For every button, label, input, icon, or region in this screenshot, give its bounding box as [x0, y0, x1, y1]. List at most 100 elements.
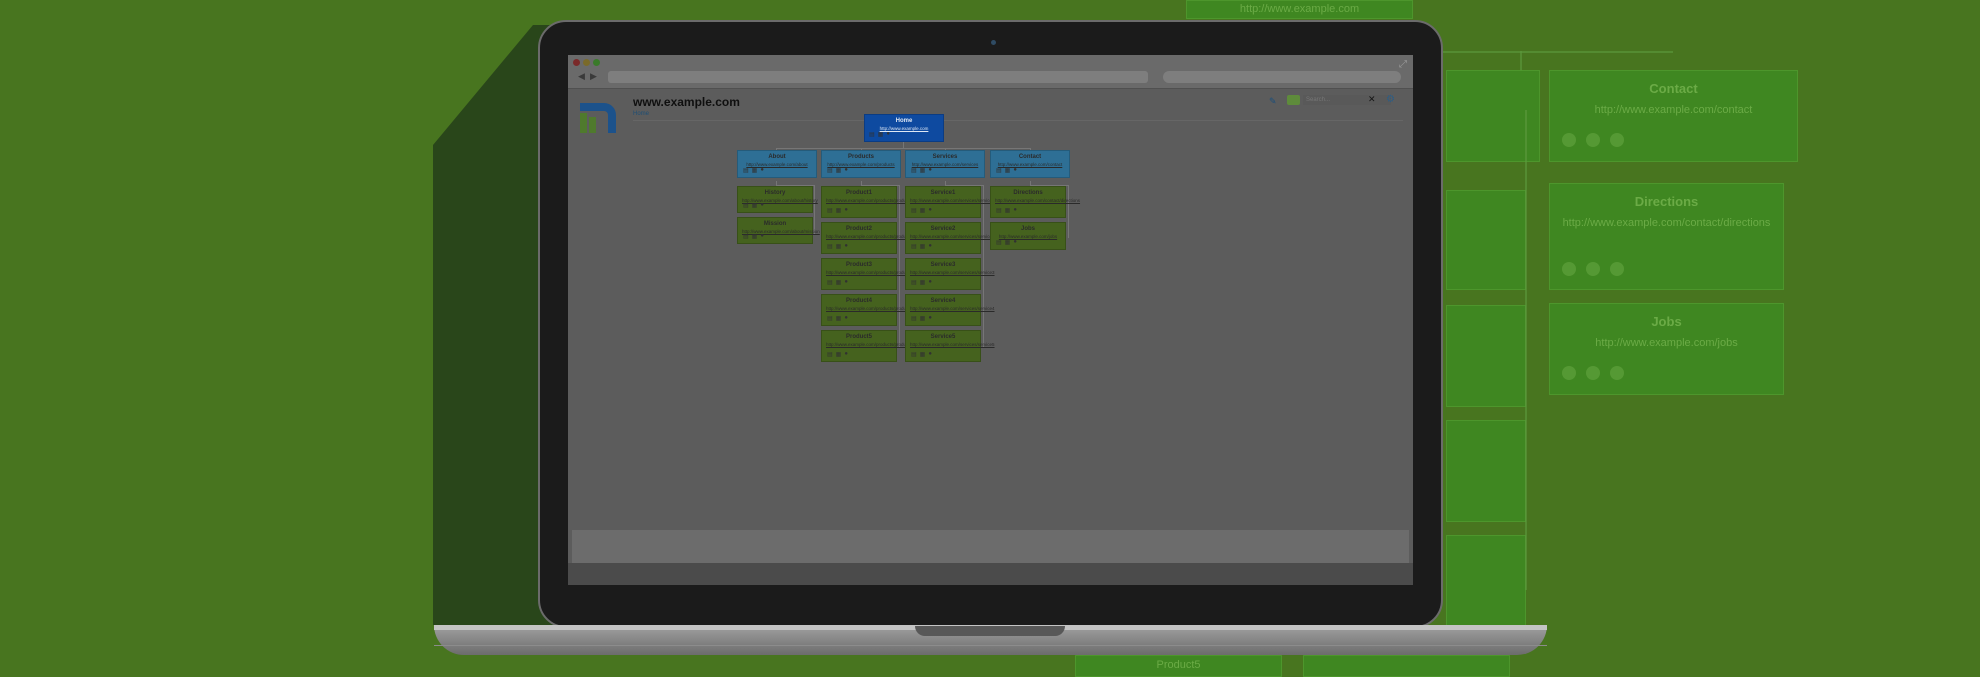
note-icon[interactable]: ▦	[920, 243, 926, 250]
page-icon[interactable]: ▤	[869, 131, 875, 138]
sitemap-node-product1[interactable]: Product1 http://www.example.com/products…	[821, 186, 912, 218]
page-icon[interactable]: ▤	[827, 243, 833, 250]
sitemap-node-home[interactable]: Home http://www.example.com ▤ ▦ ●	[864, 114, 944, 142]
node-url[interactable]: http://www.example.com/products/product4	[822, 306, 912, 311]
note-icon[interactable]: ▦	[836, 207, 842, 214]
note-icon[interactable]: ▦	[1005, 167, 1011, 174]
page-icon[interactable]: ▤	[827, 167, 833, 174]
comment-icon[interactable]: ●	[928, 315, 932, 322]
comment-icon[interactable]: ●	[844, 167, 848, 174]
sitemap-node-products[interactable]: Products http://www.example.com/products…	[821, 150, 901, 178]
page-icon[interactable]: ▤	[827, 207, 833, 214]
page-icon[interactable]: ▤	[911, 167, 917, 174]
site-search-input[interactable]: Search...	[1303, 95, 1391, 105]
edit-icon[interactable]: ✎	[1269, 96, 1277, 107]
page-icon[interactable]: ▤	[911, 207, 917, 214]
comment-icon[interactable]: ●	[1013, 207, 1017, 214]
sitemap-node-service2[interactable]: Service2 http://www.example.com/services…	[905, 222, 995, 254]
sitemap-node-history[interactable]: History http://www.example.com/about/his…	[737, 186, 818, 213]
sitemap-node-contact[interactable]: Contact http://www.example.com/contact ▤…	[990, 150, 1070, 178]
node-url[interactable]: http://www.example.com/products/product1	[822, 198, 912, 203]
page-icon[interactable]: ▤	[827, 279, 833, 286]
page-icon[interactable]: ▤	[743, 233, 749, 240]
node-url[interactable]: http://www.example.com/services/service3	[906, 270, 995, 275]
note-icon[interactable]: ▦	[836, 243, 842, 250]
note-icon[interactable]: ▦	[836, 279, 842, 286]
comment-icon[interactable]: ●	[760, 202, 764, 209]
sitemap-node-product3[interactable]: Product3 http://www.example.com/products…	[821, 258, 912, 290]
node-url[interactable]: http://www.example.com/services/service1	[906, 198, 995, 203]
sitemap-node-product2[interactable]: Product2 http://www.example.com/products…	[821, 222, 912, 254]
node-url[interactable]: http://www.example.com/services/service5	[906, 342, 995, 347]
page-icon[interactable]: ▤	[996, 167, 1002, 174]
sitemap-node-service4[interactable]: Service4 http://www.example.com/services…	[905, 294, 995, 326]
back-icon[interactable]: ◀	[578, 71, 585, 82]
note-icon[interactable]: ▦	[920, 351, 926, 358]
comment-icon[interactable]: ●	[844, 351, 848, 358]
close-icon[interactable]: ✕	[1368, 94, 1376, 105]
comment-icon[interactable]: ●	[844, 207, 848, 214]
sitemap-node-product5[interactable]: Product5 http://www.example.com/products…	[821, 330, 912, 362]
note-icon[interactable]: ▦	[752, 167, 758, 174]
node-url[interactable]: http://www.example.com/products/product3	[822, 270, 912, 275]
sitemap-node-about[interactable]: About http://www.example.com/about ▤ ▦ ●	[737, 150, 817, 178]
comment-icon[interactable]: ●	[1013, 239, 1017, 246]
sitemap-node-jobs[interactable]: Jobs http://www.example.com/jobs ▤ ▦ ●	[990, 222, 1066, 250]
page-icon[interactable]: ▤	[911, 351, 917, 358]
page-icon[interactable]: ▤	[996, 207, 1002, 214]
note-icon[interactable]: ▦	[920, 315, 926, 322]
note-icon[interactable]: ▦	[836, 167, 842, 174]
comment-icon[interactable]: ●	[886, 131, 890, 138]
sitemap-node-directions[interactable]: Directions http://www.example.com/contac…	[990, 186, 1080, 218]
comment-icon[interactable]: ●	[928, 279, 932, 286]
node-url[interactable]: http://www.example.com/services/service2	[906, 234, 995, 239]
sitemap-node-product4[interactable]: Product4 http://www.example.com/products…	[821, 294, 912, 326]
sitemap-node-service1[interactable]: Service1 http://www.example.com/services…	[905, 186, 995, 218]
node-url[interactable]: http://www.example.com/products/product5	[822, 342, 912, 347]
node-url[interactable]: http://www.example.com/services/service4	[906, 306, 995, 311]
page-icon[interactable]: ▤	[743, 202, 749, 209]
fullscreen-icon[interactable]: ⤢	[1399, 59, 1407, 70]
note-icon[interactable]: ▦	[920, 167, 926, 174]
note-icon[interactable]: ▦	[1005, 207, 1011, 214]
comment-icon[interactable]: ●	[844, 279, 848, 286]
comment-icon[interactable]: ●	[928, 207, 932, 214]
node-url[interactable]: http://www.example.com/products/product2	[822, 234, 912, 239]
minimize-window-button[interactable]	[583, 59, 590, 66]
note-icon[interactable]: ▦	[752, 202, 758, 209]
sitemap-node-service5[interactable]: Service5 http://www.example.com/services…	[905, 330, 995, 362]
address-bar[interactable]	[608, 71, 1148, 83]
close-window-button[interactable]	[573, 59, 580, 66]
sitemap-node-service3[interactable]: Service3 http://www.example.com/services…	[905, 258, 995, 290]
forward-icon[interactable]: ▶	[590, 71, 597, 82]
save-button[interactable]	[1287, 95, 1300, 105]
maximize-window-button[interactable]	[593, 59, 600, 66]
note-icon[interactable]: ▦	[1005, 239, 1011, 246]
comment-icon[interactable]: ●	[928, 243, 932, 250]
note-icon[interactable]: ▦	[920, 279, 926, 286]
comment-icon[interactable]: ●	[844, 315, 848, 322]
node-url[interactable]: http://www.example.com/contact/direction…	[991, 198, 1080, 203]
note-icon[interactable]: ▦	[836, 351, 842, 358]
gear-icon[interactable]: ⚙	[1386, 94, 1395, 105]
page-icon[interactable]: ▤	[827, 351, 833, 358]
comment-icon[interactable]: ●	[928, 351, 932, 358]
comment-icon[interactable]: ●	[760, 167, 764, 174]
page-icon[interactable]: ▤	[743, 167, 749, 174]
page-icon[interactable]: ▤	[911, 279, 917, 286]
page-icon[interactable]: ▤	[911, 243, 917, 250]
comment-icon[interactable]: ●	[760, 233, 764, 240]
breadcrumb-home[interactable]: Home	[633, 111, 649, 117]
note-icon[interactable]: ▦	[836, 315, 842, 322]
note-icon[interactable]: ▦	[878, 131, 884, 138]
browser-search-bar[interactable]	[1163, 71, 1401, 83]
comment-icon[interactable]: ●	[844, 243, 848, 250]
sitemap-node-mission[interactable]: Mission http://www.example.com/about/mis…	[737, 217, 820, 244]
page-icon[interactable]: ▤	[996, 239, 1002, 246]
comment-icon[interactable]: ●	[1013, 167, 1017, 174]
page-icon[interactable]: ▤	[911, 315, 917, 322]
note-icon[interactable]: ▦	[920, 207, 926, 214]
sitemap-node-services[interactable]: Services http://www.example.com/services…	[905, 150, 985, 178]
note-icon[interactable]: ▦	[752, 233, 758, 240]
page-icon[interactable]: ▤	[827, 315, 833, 322]
